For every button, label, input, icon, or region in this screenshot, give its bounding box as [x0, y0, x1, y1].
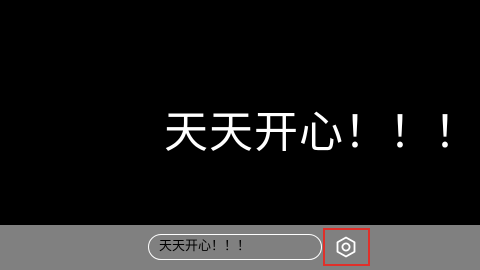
app-screen: 天天开心！！！ 天天开心！！！ [0, 0, 480, 270]
settings-button[interactable] [332, 233, 360, 261]
text-input[interactable]: 天天开心！！！ [148, 234, 322, 260]
display-area: 天天开心！！！ [0, 0, 480, 225]
settings-hexagon-icon [336, 236, 356, 258]
bottom-toolbar: 天天开心！！！ [0, 225, 480, 270]
display-text: 天天开心！！！ [164, 107, 479, 158]
